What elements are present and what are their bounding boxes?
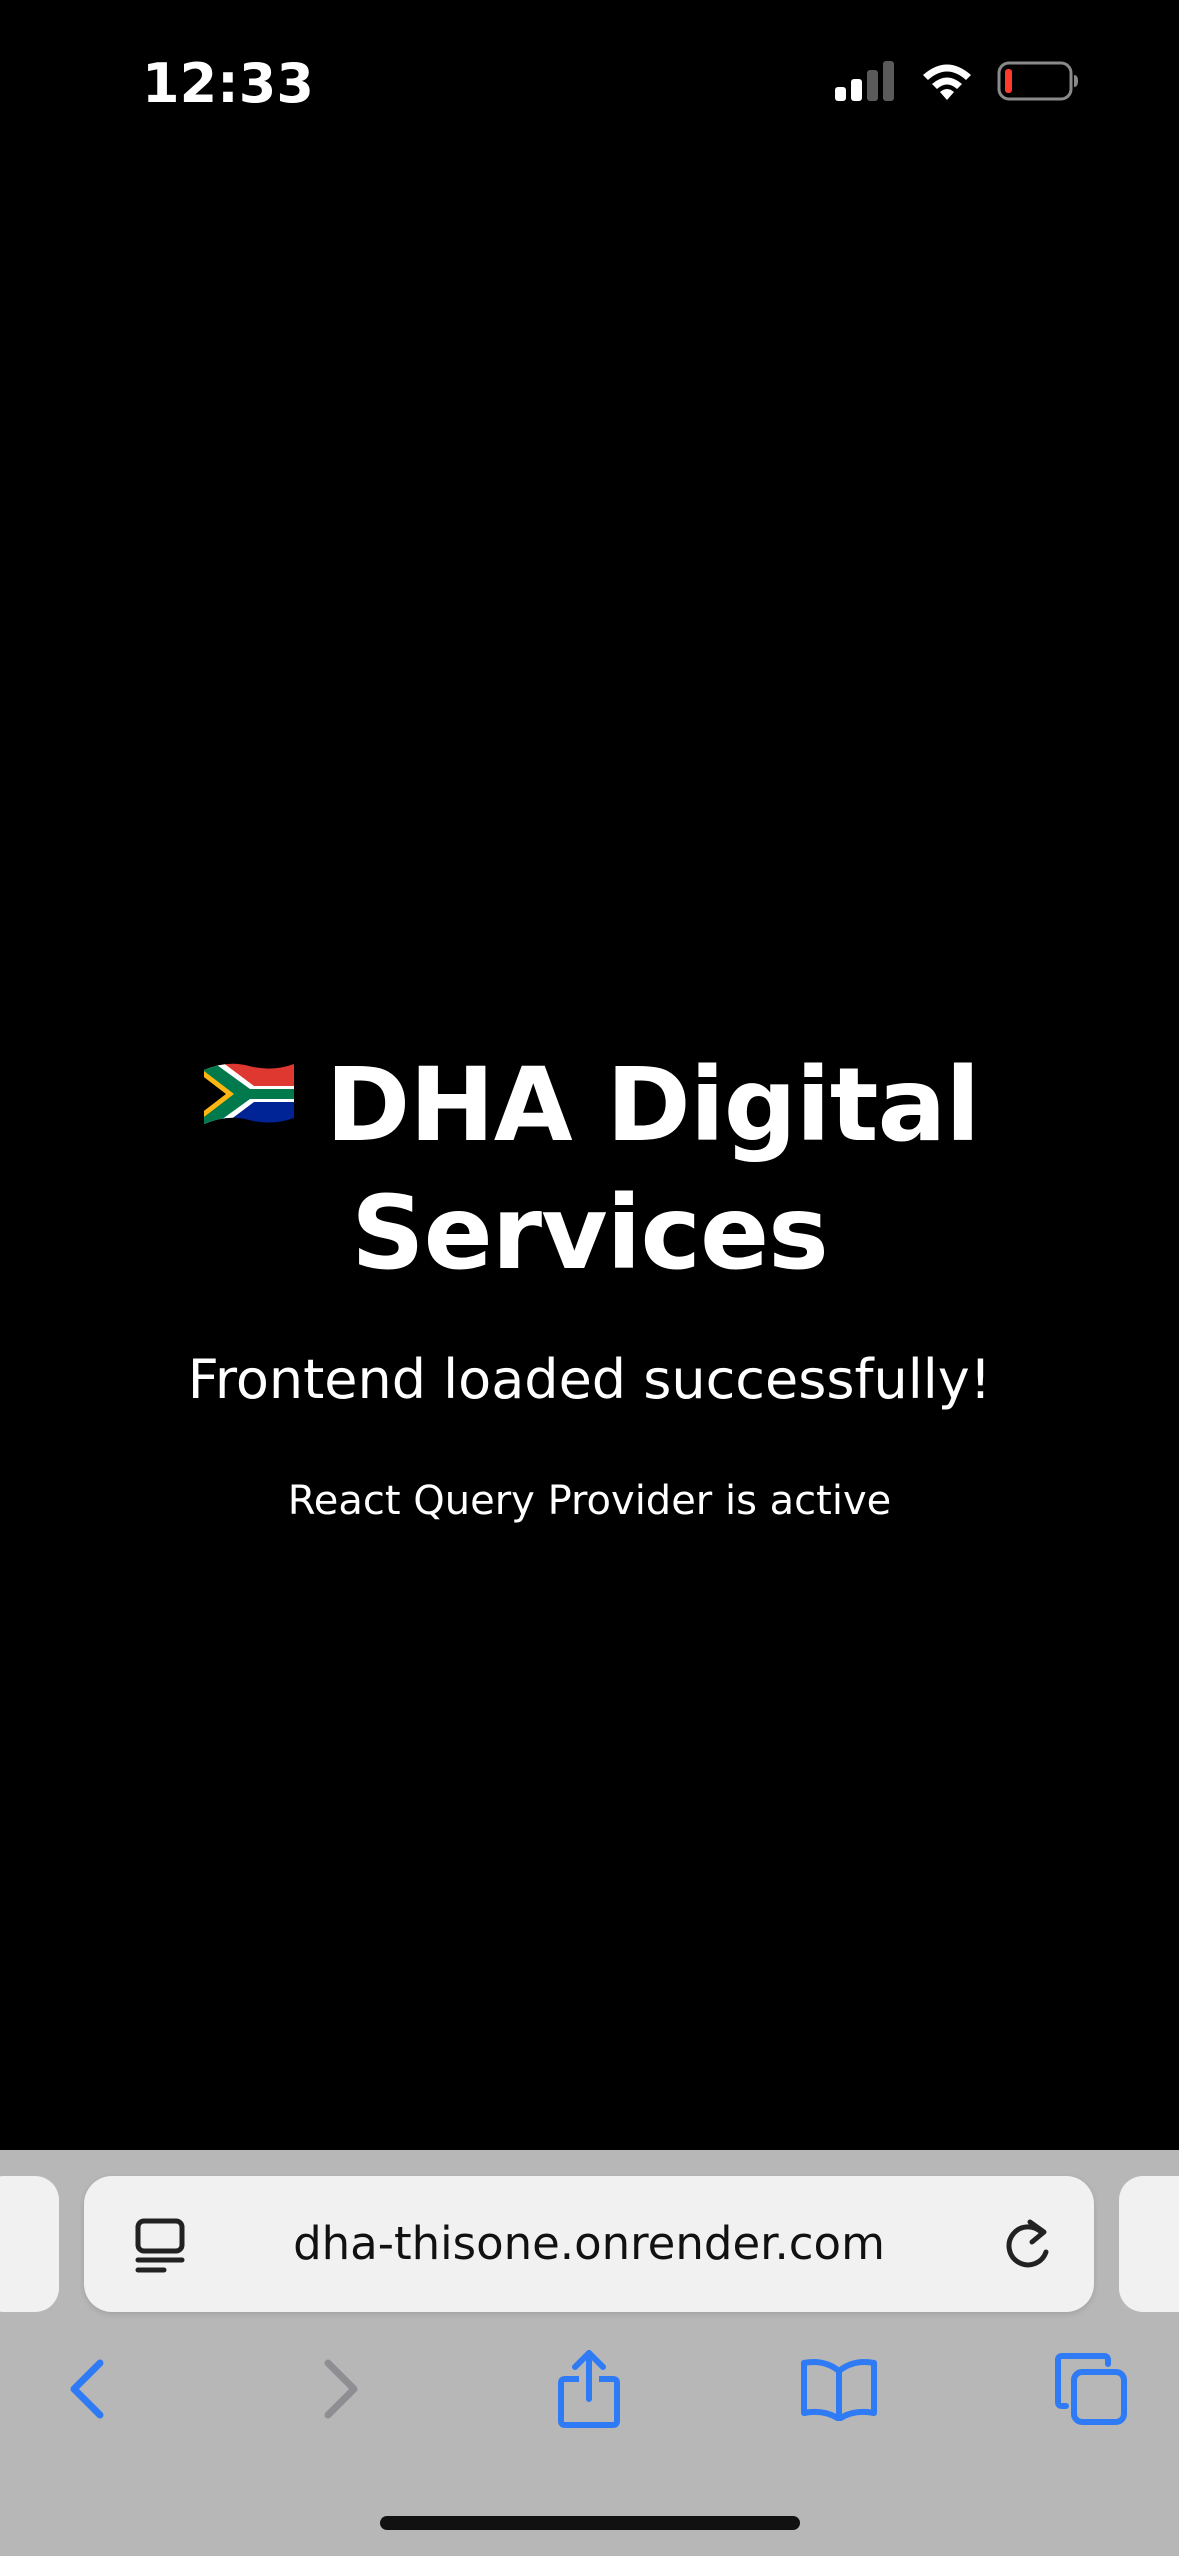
chevron-right-icon [318,2357,364,2426]
share-icon [557,2349,621,2434]
back-button[interactable] [42,2346,132,2436]
south-africa-flag-icon [200,1037,298,1159]
previous-tab-preview[interactable] [0,2176,59,2312]
url-text[interactable]: dha-thisone.onrender.com [84,2214,1094,2274]
address-bar[interactable]: dha-thisone.onrender.com [84,2176,1094,2312]
bookmarks-button[interactable] [794,2346,884,2436]
home-indicator[interactable] [380,2516,800,2530]
page-title: DHA Digital Services [200,1045,980,1295]
reload-icon[interactable] [1002,2216,1054,2277]
provider-status-text: React Query Provider is active [287,1478,892,1524]
web-content: DHA Digital Services Frontend loaded suc… [0,0,1179,2150]
tabs-icon [1054,2352,1128,2431]
book-icon [800,2357,878,2426]
forward-button[interactable] [296,2346,386,2436]
chevron-left-icon [64,2357,110,2426]
heading-wrap: DHA Digital Services [0,1045,1179,1295]
phone-screen: 12:33 DHA Digital Services Frontend load… [0,0,1179,2556]
share-button[interactable] [544,2346,634,2436]
next-tab-preview[interactable] [1119,2176,1179,2312]
title-line-2: Services [351,1174,829,1294]
title-line-1: DHA Digital [325,1046,981,1165]
subtitle: Frontend loaded successfully! [187,1348,992,1411]
tabs-button[interactable] [1046,2346,1136,2436]
